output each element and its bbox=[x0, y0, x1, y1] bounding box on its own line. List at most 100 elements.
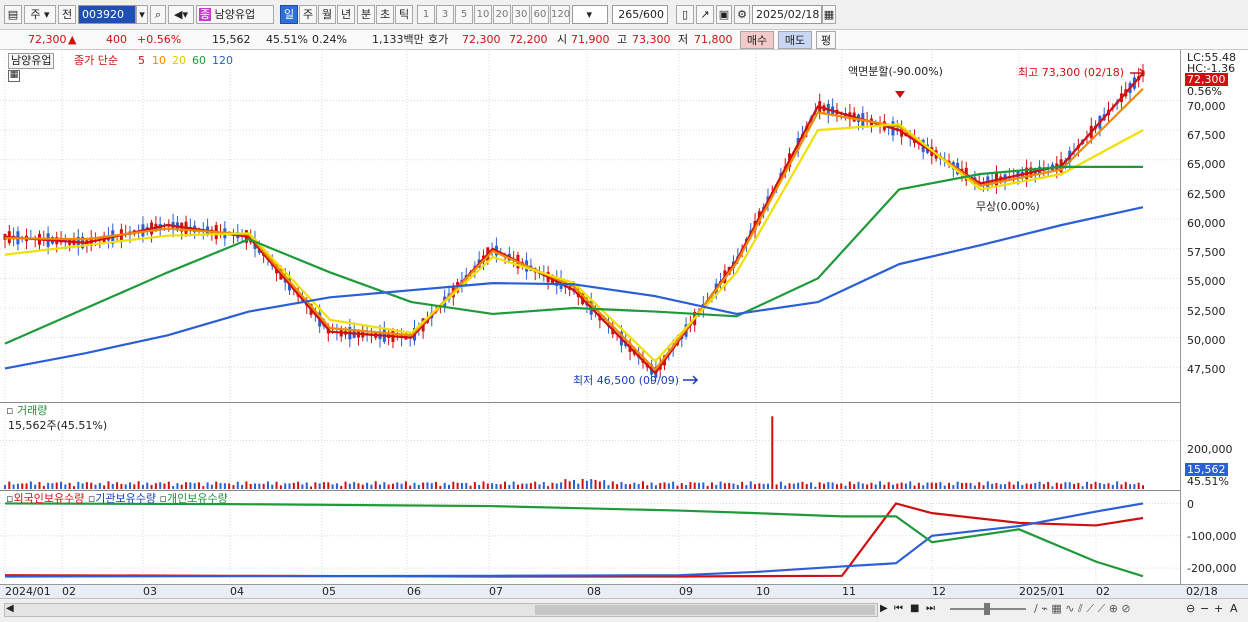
interval-10[interactable]: 10 bbox=[474, 5, 492, 24]
plus-icon[interactable]: + bbox=[1214, 602, 1223, 616]
volume-bar bbox=[710, 482, 713, 489]
volume-bar bbox=[508, 484, 511, 489]
volume-bar bbox=[883, 484, 886, 489]
volume-bar bbox=[965, 482, 968, 489]
date-input[interactable]: 2025/02/18 bbox=[752, 5, 822, 24]
save-icon[interactable]: ▣ bbox=[716, 5, 732, 24]
volume-bar bbox=[736, 484, 739, 489]
interval-60[interactable]: 60 bbox=[531, 5, 549, 24]
interval-30[interactable]: 30 bbox=[512, 5, 530, 24]
count-field[interactable]: 265/600 bbox=[612, 5, 668, 24]
volume-bar bbox=[396, 482, 399, 489]
price-chart[interactable] bbox=[0, 51, 1180, 402]
candle-icon[interactable]: ▯ bbox=[676, 5, 694, 24]
scroll-left-icon[interactable]: ◀ bbox=[6, 602, 14, 616]
tab-minute[interactable]: 분 bbox=[357, 5, 375, 24]
volume-bar bbox=[499, 484, 502, 489]
volume-bar bbox=[344, 481, 347, 489]
custom-interval-input[interactable]: ▾ bbox=[572, 5, 608, 24]
volume-bar bbox=[702, 482, 705, 489]
holding-y-tick: -100,000 bbox=[1187, 530, 1237, 543]
stock-code-input[interactable]: 003920 bbox=[78, 5, 136, 24]
volume-bar bbox=[624, 484, 627, 489]
tab-tick[interactable]: 틱 bbox=[395, 5, 413, 24]
count-total: /600 bbox=[639, 8, 664, 21]
tool-icons[interactable]: ∕ ⌁ ▦ ∿ ⫽ ⟋ ⟋ ⊕ ⊘ bbox=[1034, 602, 1131, 616]
calendar-icon[interactable]: ▦ bbox=[822, 5, 836, 24]
tab-second[interactable]: 초 bbox=[376, 5, 394, 24]
forward-icon[interactable]: ⏭ bbox=[926, 602, 935, 616]
volume-bar bbox=[568, 481, 571, 489]
minus-icon[interactable]: − bbox=[1200, 602, 1209, 616]
volume-bar bbox=[1068, 482, 1071, 489]
x-tick: 07 bbox=[489, 585, 503, 598]
scroll-thumb[interactable] bbox=[535, 605, 875, 615]
buy-button[interactable]: 매수 bbox=[740, 31, 774, 49]
zoom-handle[interactable] bbox=[984, 603, 990, 615]
tab-day[interactable]: 일 bbox=[280, 5, 298, 24]
volume-bar bbox=[146, 482, 149, 489]
interval-1[interactable]: 1 bbox=[417, 5, 435, 24]
volume-bar bbox=[732, 483, 735, 489]
stock-name-field[interactable]: 종 남양유업 bbox=[196, 5, 274, 24]
market-type-select[interactable]: 주 ▾ bbox=[24, 5, 56, 24]
volume-bar bbox=[486, 483, 489, 489]
gear-icon[interactable]: ⚙ bbox=[734, 5, 750, 24]
volume-bar bbox=[254, 483, 257, 489]
volume-bar bbox=[55, 482, 58, 489]
volume-bar bbox=[999, 484, 1002, 489]
volume-bar bbox=[913, 485, 916, 489]
x-tick: 04 bbox=[230, 585, 244, 598]
volume-bar bbox=[741, 481, 744, 489]
volume-bar bbox=[620, 482, 623, 489]
tab-year[interactable]: 년 bbox=[337, 5, 355, 24]
volume-bar bbox=[491, 483, 494, 489]
tab-week[interactable]: 주 bbox=[299, 5, 317, 24]
volume-bar bbox=[887, 482, 890, 489]
scroll-right-icon[interactable]: ▶ bbox=[880, 602, 888, 616]
volume-bar bbox=[163, 483, 166, 489]
x-tick: 12 bbox=[932, 585, 946, 598]
current-price: 72,300 bbox=[28, 33, 67, 46]
volume-bar bbox=[1016, 481, 1019, 489]
zoom-out-icon[interactable]: ⊖ bbox=[1186, 602, 1195, 616]
speaker-icon[interactable]: ◀▾ bbox=[168, 5, 194, 24]
horizontal-scrollbar[interactable] bbox=[4, 603, 878, 617]
y-tick: 50,000 bbox=[1187, 334, 1226, 347]
volume-bar bbox=[137, 481, 140, 489]
bid-price: 72,200 bbox=[509, 33, 548, 46]
volume-bar bbox=[1107, 483, 1110, 489]
stop-icon[interactable]: ■ bbox=[910, 602, 919, 616]
volume-bar bbox=[594, 479, 597, 489]
tab-month[interactable]: 월 bbox=[318, 5, 336, 24]
last-volume-pct: 45.51% bbox=[1187, 475, 1229, 488]
interval-20[interactable]: 20 bbox=[493, 5, 511, 24]
prev-button[interactable]: 전 bbox=[58, 5, 76, 24]
interval-3[interactable]: 3 bbox=[436, 5, 454, 24]
low-annotation: 최저 46,500 (09/09) bbox=[573, 374, 680, 387]
x-tick: 09 bbox=[679, 585, 693, 598]
x-tick: 06 bbox=[407, 585, 421, 598]
volume-bar bbox=[94, 484, 97, 489]
volume-bar bbox=[590, 479, 593, 489]
volume-bar bbox=[103, 485, 106, 489]
volume-bar bbox=[952, 485, 955, 489]
search-icon[interactable]: ⌕ bbox=[150, 5, 166, 24]
code-dropdown-icon[interactable]: ▾ bbox=[136, 5, 148, 24]
volume-bar bbox=[1081, 486, 1084, 489]
interval-120[interactable]: 120 bbox=[550, 5, 570, 24]
avg-button[interactable]: 평 bbox=[816, 31, 836, 49]
volume-bar bbox=[775, 484, 778, 489]
interval-5[interactable]: 5 bbox=[455, 5, 473, 24]
draw-tool-icon[interactable]: ↗ bbox=[696, 5, 714, 24]
table-icon[interactable]: ▦ bbox=[8, 70, 20, 82]
volume-bar bbox=[611, 481, 614, 489]
volume-bar bbox=[284, 483, 287, 489]
rewind-icon[interactable]: ⏮ bbox=[894, 602, 903, 616]
window-menu-icon[interactable]: ▤ bbox=[4, 5, 22, 24]
font-icon[interactable]: A bbox=[1230, 602, 1238, 616]
sell-button[interactable]: 매도 bbox=[778, 31, 812, 49]
volume-bar bbox=[745, 485, 748, 489]
volume-chart[interactable] bbox=[0, 403, 1180, 490]
volume-bar bbox=[939, 482, 942, 489]
